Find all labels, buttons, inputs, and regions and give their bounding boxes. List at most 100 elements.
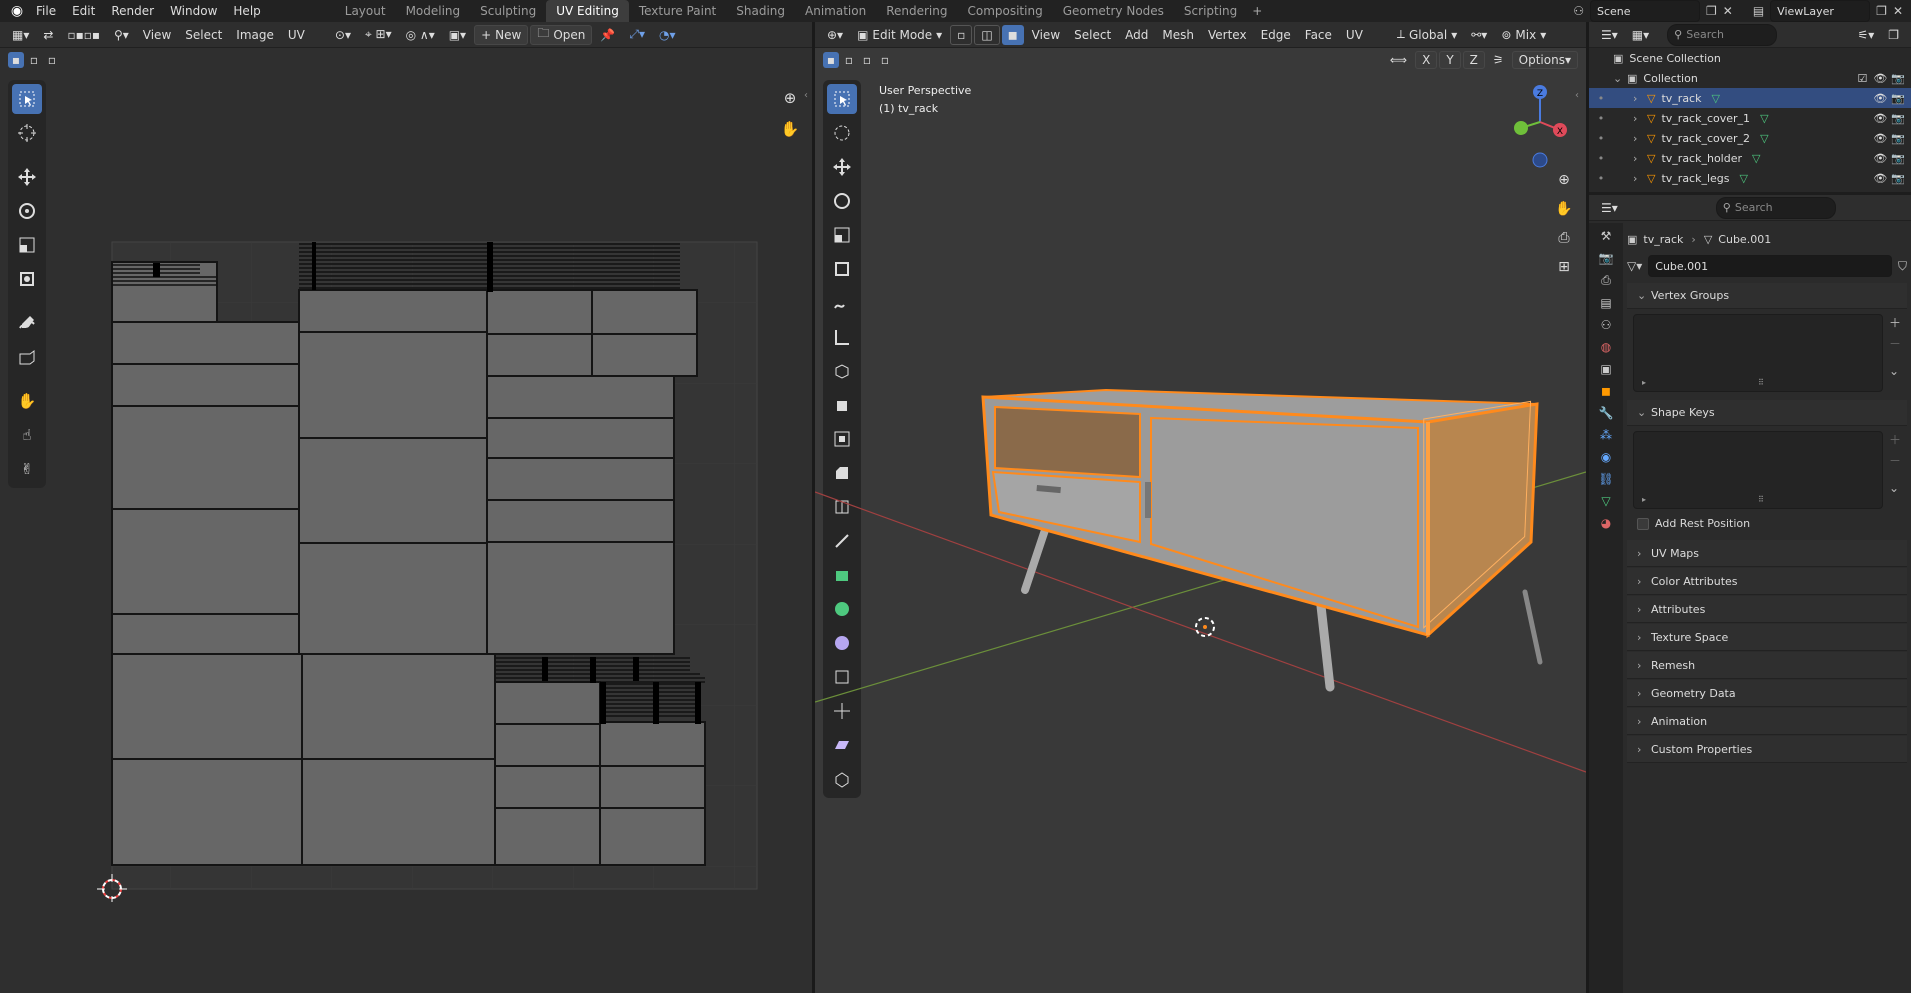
- viewlayer-selector[interactable]: ViewLayer: [1770, 0, 1871, 22]
- remove-shape-key-icon[interactable]: －: [1889, 452, 1901, 469]
- editor-type-icon[interactable]: ▦▾: [6, 25, 35, 45]
- tab-scripting[interactable]: Scripting: [1174, 0, 1247, 22]
- collection-checkbox[interactable]: ☑: [1857, 72, 1867, 85]
- uv-menu-select[interactable]: Select: [179, 25, 228, 45]
- vp-menu-edge[interactable]: Edge: [1255, 25, 1297, 45]
- transform-tool-icon[interactable]: [12, 264, 42, 294]
- breadcrumb-object[interactable]: tv_rack: [1643, 233, 1683, 246]
- tab-texture-paint[interactable]: Texture Paint: [629, 0, 726, 22]
- gizmo-icon[interactable]: ⤢▾: [623, 25, 651, 45]
- outliner-item[interactable]: • › ▽ tv_rack ▽ 👁 📷: [1589, 88, 1911, 108]
- image-browse-icon[interactable]: ▣▾: [443, 25, 472, 45]
- visibility-eye-icon[interactable]: 👁: [1873, 92, 1887, 105]
- add-vertex-group-icon[interactable]: ＋: [1889, 314, 1901, 331]
- remove-scene-icon[interactable]: ✕: [1723, 4, 1733, 18]
- relax-tool-icon[interactable]: ☝: [12, 420, 42, 450]
- add-shape-key-icon[interactable]: ＋: [1889, 431, 1901, 448]
- vp-menu-mesh[interactable]: Mesh: [1156, 25, 1200, 45]
- render-camera-icon[interactable]: 📷: [1891, 132, 1905, 145]
- scene-tab-icon[interactable]: ⚇: [1601, 318, 1612, 332]
- viewport-editor-type-icon[interactable]: ⊕▾: [821, 25, 849, 45]
- grab-tool-icon[interactable]: ✋: [12, 386, 42, 416]
- tab-animation[interactable]: Animation: [795, 0, 876, 22]
- outliner-type-icon[interactable]: ☰▾: [1595, 25, 1624, 45]
- transform-orientation-selector[interactable]: ⟂ Global ▾: [1391, 25, 1463, 45]
- sidebar-toggle-icon[interactable]: ‹: [804, 90, 808, 101]
- fake-user-icon[interactable]: ⛉: [1898, 259, 1907, 274]
- shape-key-specials-icon[interactable]: ⌄: [1889, 481, 1901, 495]
- add-workspace-icon[interactable]: +: [1247, 4, 1267, 18]
- display-mode-icon[interactable]: ▦▾: [1626, 25, 1655, 45]
- modifier-tab-icon[interactable]: 🔧: [1599, 406, 1614, 420]
- uv-canvas[interactable]: [90, 222, 770, 902]
- sync-selection-icon[interactable]: ⇄: [37, 25, 59, 45]
- tab-rendering[interactable]: Rendering: [876, 0, 957, 22]
- output-tab-icon[interactable]: ⎙: [1601, 273, 1611, 288]
- expand-arrow-icon[interactable]: ›: [1613, 132, 1637, 145]
- new-scene-icon[interactable]: ❐: [1706, 4, 1717, 18]
- mesh-data-icon[interactable]: ▽: [1752, 152, 1760, 165]
- shape-keys-list[interactable]: ▸ ⠿: [1633, 431, 1883, 509]
- tab-sculpting[interactable]: Sculpting: [470, 0, 546, 22]
- move-tool-icon[interactable]: [12, 162, 42, 192]
- uv-menu-image[interactable]: Image: [230, 25, 280, 45]
- pinch-tool-icon[interactable]: ✌: [12, 454, 42, 484]
- physics-tab-icon[interactable]: ◉: [1601, 450, 1611, 464]
- vp-select-extend-icon[interactable]: ▫: [841, 52, 857, 68]
- viewport-scene[interactable]: [815, 72, 1586, 972]
- annotate-tool-icon[interactable]: [12, 308, 42, 338]
- menu-edit[interactable]: Edit: [64, 0, 103, 22]
- panel-remesh[interactable]: › Remesh: [1627, 652, 1907, 679]
- render-camera-icon[interactable]: 📷: [1891, 112, 1905, 125]
- properties-type-icon[interactable]: ☰▾: [1595, 198, 1624, 218]
- visibility-eye-icon[interactable]: 👁: [1873, 72, 1887, 85]
- overlay-icon[interactable]: ◔▾: [653, 25, 682, 45]
- mirror-x-toggle[interactable]: X: [1415, 51, 1438, 69]
- tab-geometry-nodes[interactable]: Geometry Nodes: [1053, 0, 1174, 22]
- mirror-y-toggle[interactable]: Y: [1439, 51, 1461, 69]
- vp-menu-add[interactable]: Add: [1119, 25, 1154, 45]
- tab-compositing[interactable]: Compositing: [957, 0, 1052, 22]
- snap-icon[interactable]: ⌖ ⊞▾: [359, 25, 398, 45]
- new-viewlayer-icon[interactable]: ❐: [1876, 4, 1887, 18]
- visibility-eye-icon[interactable]: 👁: [1873, 152, 1887, 165]
- uv-menu-view[interactable]: View: [137, 25, 177, 45]
- vertex-groups-list[interactable]: ▸ ⠿: [1633, 314, 1883, 392]
- view-layer-tab-icon[interactable]: ▤: [1600, 296, 1611, 310]
- breadcrumb-data[interactable]: Cube.001: [1718, 233, 1771, 246]
- world-tab-icon[interactable]: ◍: [1601, 340, 1611, 354]
- visibility-eye-icon[interactable]: 👁: [1873, 132, 1887, 145]
- mesh-browse-icon[interactable]: ▽▾: [1627, 259, 1642, 273]
- filter-icon[interactable]: ⚟▾: [1851, 25, 1880, 45]
- select-box-mode-icon[interactable]: ▪: [8, 52, 24, 68]
- vp-menu-vertex[interactable]: Vertex: [1202, 25, 1253, 45]
- options-dropdown[interactable]: Options ▾: [1511, 51, 1578, 69]
- mesh-data-icon[interactable]: ▽: [1711, 92, 1719, 105]
- tab-uv-editing[interactable]: UV Editing: [546, 0, 629, 22]
- edge-select-icon[interactable]: ◫: [974, 24, 1000, 45]
- rotate-tool-icon[interactable]: [12, 196, 42, 226]
- proportional-edit-icon[interactable]: ◎ ∧▾: [400, 25, 441, 45]
- panel-custom-properties[interactable]: › Custom Properties: [1627, 736, 1907, 763]
- panel-animation[interactable]: › Animation: [1627, 708, 1907, 735]
- particles-tab-icon[interactable]: ⁂: [1600, 428, 1612, 442]
- vp-menu-view[interactable]: View: [1026, 25, 1066, 45]
- tool-tab-icon[interactable]: ⚒: [1601, 229, 1612, 243]
- vp-menu-face[interactable]: Face: [1299, 25, 1338, 45]
- snap-selector[interactable]: ⊚ Mix ▾: [1495, 25, 1552, 45]
- uv-menu-uv[interactable]: UV: [282, 25, 311, 45]
- visibility-eye-icon[interactable]: 👁: [1873, 112, 1887, 125]
- scene-icon[interactable]: ⚇: [1573, 4, 1584, 18]
- panel-vertex-groups[interactable]: ⌄ Vertex Groups: [1627, 283, 1907, 309]
- mesh-data-icon[interactable]: ▽: [1760, 112, 1768, 125]
- tab-modeling[interactable]: Modeling: [396, 0, 471, 22]
- panel-texture-space[interactable]: › Texture Space: [1627, 624, 1907, 651]
- data-tab-icon[interactable]: ▽: [1601, 494, 1610, 508]
- panel-uv-maps[interactable]: › UV Maps: [1627, 540, 1907, 567]
- expand-arrow-icon[interactable]: ›: [1613, 112, 1637, 125]
- menu-help[interactable]: Help: [225, 0, 268, 22]
- vp-menu-uv[interactable]: UV: [1340, 25, 1369, 45]
- auto-merge-icon[interactable]: ⚞: [1487, 50, 1510, 70]
- select-extend-icon[interactable]: ▫: [26, 52, 42, 68]
- face-select-icon[interactable]: ◼: [1001, 24, 1024, 45]
